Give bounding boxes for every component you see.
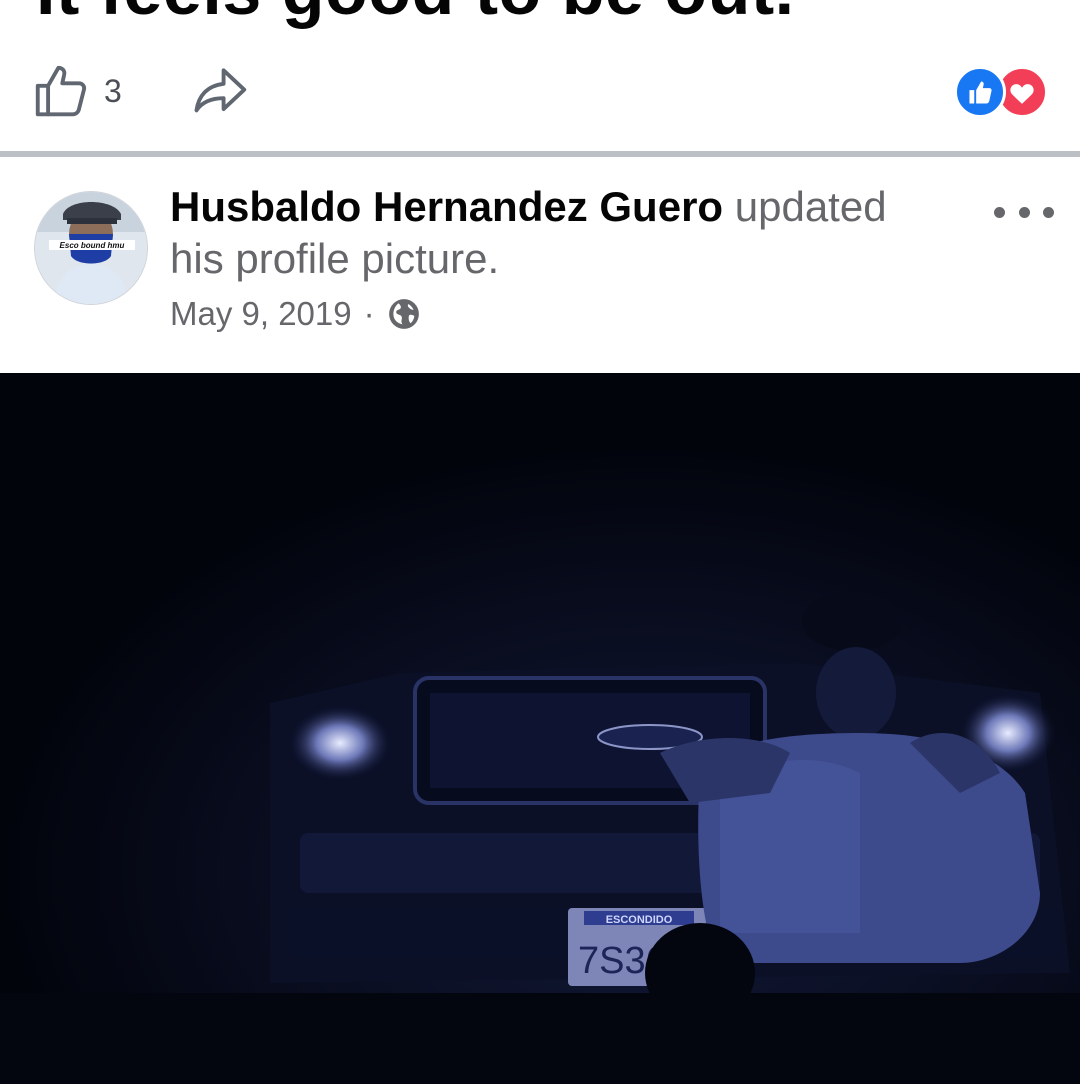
- globe-icon: [388, 299, 419, 329]
- avatar-caption: Esco bound hmu: [60, 241, 125, 250]
- more-dot-icon: [1043, 206, 1054, 218]
- like-button[interactable]: 3: [30, 60, 140, 122]
- previous-post: It feels good to be out. 3: [0, 0, 1080, 152]
- share-arrow-icon: [194, 68, 247, 113]
- post-photo[interactable]: ESCONDIDO 7S36: [0, 373, 1080, 1084]
- post-meta: May 9, 2019 ·: [170, 295, 421, 333]
- plate-city: ESCONDIDO: [606, 914, 673, 926]
- like-reaction-icon: [954, 66, 1006, 118]
- more-dot-icon: [1018, 206, 1030, 218]
- more-dot-icon: [994, 206, 1005, 218]
- share-button[interactable]: [190, 60, 256, 122]
- reaction-summary[interactable]: [954, 66, 1050, 118]
- avatar[interactable]: Esco bound hmu: [34, 191, 148, 305]
- author-line: Husbaldo Hernandez Guero updated his pro…: [170, 181, 930, 285]
- post-actions: 3: [0, 56, 1080, 126]
- like-count: 3: [104, 72, 122, 109]
- more-options-button[interactable]: [994, 197, 1054, 227]
- post-header: Esco bound hmu Husbaldo Hernandez Guero …: [0, 157, 1080, 373]
- meta-separator: ·: [363, 295, 375, 332]
- post-caption: It feels good to be out.: [36, 0, 795, 30]
- post-date[interactable]: May 9, 2019: [170, 295, 352, 333]
- author-name[interactable]: Husbaldo Hernandez Guero: [170, 183, 723, 230]
- thumbs-up-icon: [35, 65, 87, 117]
